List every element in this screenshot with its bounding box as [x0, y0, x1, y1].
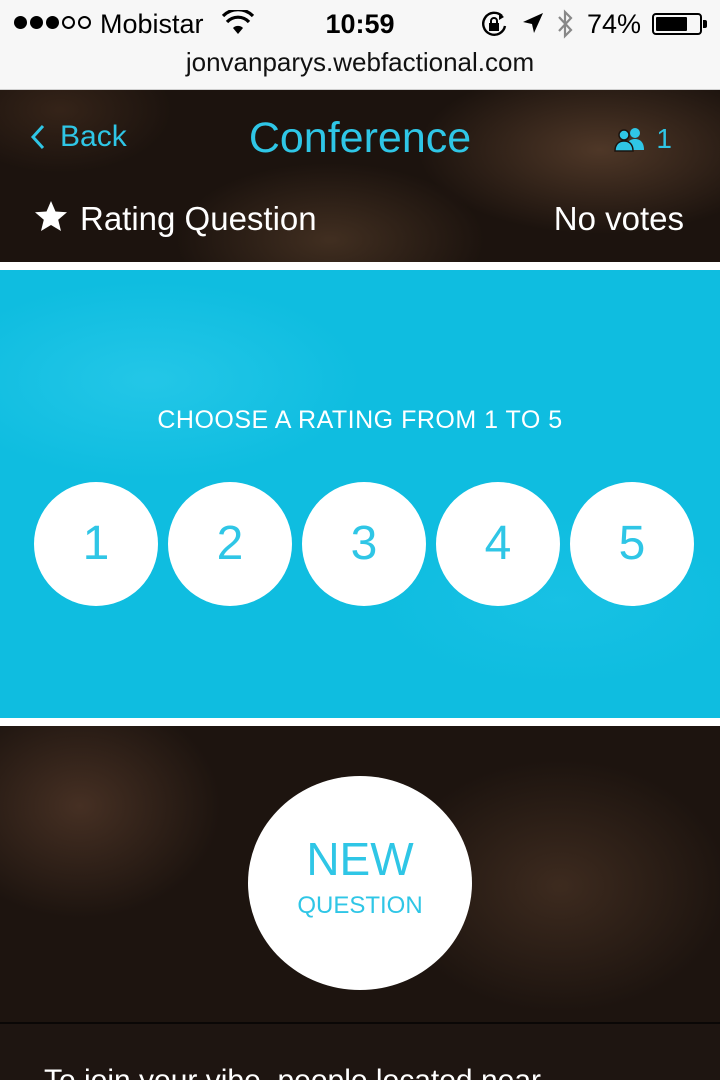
question-title: Rating Question	[80, 200, 317, 237]
battery-icon	[652, 13, 707, 35]
info-section: To join your vibe, people located near	[0, 1024, 720, 1080]
new-question-sublabel: QUESTION	[297, 892, 423, 919]
rating-button-3[interactable]: 3	[302, 482, 426, 606]
rating-prompt: CHOOSE A RATING FROM 1 TO 5	[157, 406, 563, 434]
battery-percent: 74%	[587, 9, 642, 39]
url-text: jonvanparys.webfactional.com	[185, 47, 535, 77]
rating-button-1[interactable]: 1	[34, 482, 158, 606]
votes-count: No votes	[553, 200, 684, 237]
url-bar[interactable]: jonvanparys.webfactional.com	[0, 48, 720, 90]
rating-button-5[interactable]: 5	[570, 482, 694, 606]
status-bar: Mobistar 10:59 74%	[0, 0, 720, 48]
users-icon	[614, 128, 645, 152]
divider	[0, 718, 720, 726]
participants-indicator[interactable]: 1	[614, 123, 672, 155]
question-row: Rating Question No votes	[0, 196, 720, 242]
bluetooth-icon	[558, 9, 573, 39]
location-arrow-icon	[523, 13, 543, 33]
rating-options: 1 2 3 4 5	[34, 482, 694, 606]
rating-button-2[interactable]: 2	[168, 482, 292, 606]
rating-button-4[interactable]: 4	[436, 482, 560, 606]
app-header: Back Conference 1 Rating Question No vot…	[0, 90, 720, 262]
participants-count: 1	[656, 123, 672, 154]
divider	[0, 262, 720, 270]
new-question-section: NEW QUESTION	[0, 726, 720, 1022]
new-question-label: NEW	[306, 833, 414, 885]
new-question-button[interactable]: NEW QUESTION	[248, 776, 472, 990]
info-text: To join your vibe, people located near	[44, 1064, 541, 1080]
rating-panel: CHOOSE A RATING FROM 1 TO 5 1 2 3 4 5	[0, 270, 720, 718]
star-icon	[35, 201, 67, 231]
rotation-lock-icon	[482, 11, 507, 36]
page-title: Conference	[248, 114, 472, 162]
